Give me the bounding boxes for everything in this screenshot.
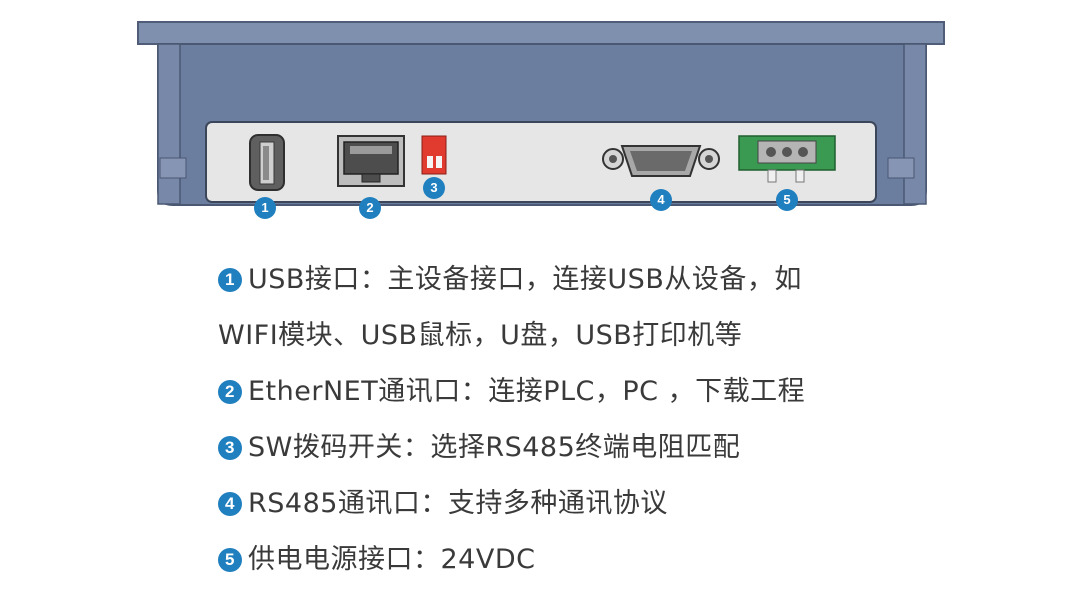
port-number-power: 5	[783, 192, 791, 207]
legend-badge: 4	[218, 492, 242, 516]
legend-badge: 3	[218, 436, 242, 460]
legend-text: WIFI模块、USB鼠标，U盘，USB打印机等	[218, 320, 743, 351]
legend-item-power: 5 供电电源接口：24VDC	[218, 536, 918, 592]
legend-item-ethernet: 2 EtherNET通讯口：连接PLC，PC ，下载工程	[218, 368, 918, 424]
device-rear-panel	[137, 21, 945, 219]
dip-switch	[421, 135, 447, 175]
ethernet-port	[337, 135, 405, 187]
port-number-ethernet: 2	[366, 200, 374, 215]
port-number-rs485: 4	[657, 192, 665, 207]
legend-text: EtherNET通讯口：连接PLC，PC ，下载工程	[248, 376, 806, 407]
legend-text: RS485通讯口：支持多种通讯协议	[248, 488, 668, 519]
legend-item-dip-switch: 3 SW拨码开关：选择RS485终端电阻匹配	[218, 424, 918, 480]
port-legend: 1 USB接口：主设备接口，连接USB从设备，如 WIFI模块、USB鼠标，U盘，…	[218, 256, 918, 592]
port-number-usb: 1	[261, 200, 269, 215]
legend-text: 供电电源接口：24VDC	[248, 544, 536, 575]
usb-port	[249, 134, 285, 191]
port-number-dip-switch: 3	[430, 180, 438, 195]
legend-badge: 2	[218, 380, 242, 404]
device-bezel	[137, 21, 945, 45]
legend-badge: 5	[218, 548, 242, 572]
legend-item-usb: 1 USB接口：主设备接口，连接USB从设备，如	[218, 256, 918, 312]
legend-item-rs485: 4 RS485通讯口：支持多种通讯协议	[218, 480, 918, 536]
legend-text: USB接口：主设备接口，连接USB从设备，如	[248, 264, 802, 295]
legend-text: SW拨码开关：选择RS485终端电阻匹配	[248, 432, 741, 463]
legend-item-usb-continued: WIFI模块、USB鼠标，U盘，USB打印机等	[218, 312, 918, 368]
legend-badge: 1	[218, 268, 242, 292]
